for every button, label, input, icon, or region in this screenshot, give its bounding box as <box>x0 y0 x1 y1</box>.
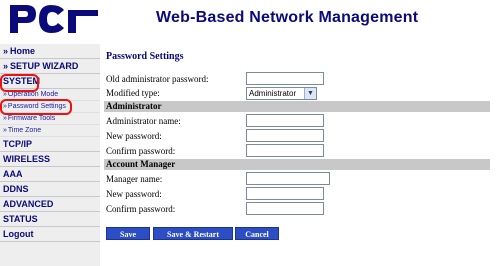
sidebar-item-status[interactable]: STATUS <box>0 212 100 227</box>
manager-new-password-row: New password: <box>104 187 490 202</box>
admin-name-row: Administrator name: <box>104 114 490 129</box>
manager-confirm-password-input[interactable] <box>246 202 324 215</box>
admin-new-password-label: New password: <box>106 131 162 141</box>
pci-logo <box>10 5 98 33</box>
chevron-down-icon: ▼ <box>304 88 316 99</box>
sidebar-item-setup-wizard[interactable]: » SETUP WIZARD <box>0 59 100 74</box>
save-button[interactable]: Save <box>106 227 150 240</box>
admin-name-label: Administrator name: <box>106 116 181 126</box>
app-title: Web-Based Network Management <box>156 9 419 26</box>
admin-confirm-password-row: Confirm password: <box>104 144 490 159</box>
manager-name-label: Manager name: <box>106 174 163 184</box>
sidebar-item-logout[interactable]: Logout <box>0 227 100 242</box>
sidebar-subitem-password-settings[interactable]: »Password Settings <box>0 101 100 113</box>
sidebar-subitem-operation-mode[interactable]: »Operation Mode <box>0 89 100 101</box>
modified-type-select[interactable]: Administrator ▼ <box>246 87 317 100</box>
admin-confirm-password-label: Confirm password: <box>106 146 176 156</box>
sidebar-item-tcpip[interactable]: TCP/IP <box>0 137 100 152</box>
sidebar-subitem-firmware-tools[interactable]: »Firmware Tools <box>0 113 100 125</box>
sidebar-item-advanced[interactable]: ADVANCED <box>0 197 100 212</box>
sidebar-subitem-time-zone[interactable]: »Time Zone <box>0 125 100 137</box>
manager-confirm-password-row: Confirm password: <box>104 202 490 217</box>
page-title: Password Settings <box>106 51 184 62</box>
manager-new-password-label: New password: <box>106 189 162 199</box>
form-buttons: Save Save & Restart Cancel <box>104 227 490 242</box>
manager-confirm-password-label: Confirm password: <box>106 204 176 214</box>
account-manager-section-header: Account Manager <box>104 159 490 170</box>
sidebar-item-system[interactable]: SYSTEM <box>0 74 100 89</box>
admin-new-password-input[interactable] <box>246 129 324 142</box>
sidebar-item-wireless[interactable]: WIRELESS <box>0 152 100 167</box>
sidebar-item-aaa[interactable]: AAA <box>0 167 100 182</box>
old-admin-password-label: Old administrator password: <box>106 74 209 84</box>
modified-type-row: Modified type: Administrator ▼ <box>104 86 490 101</box>
manager-new-password-input[interactable] <box>246 187 324 200</box>
admin-name-input[interactable] <box>246 114 324 127</box>
header: Web-Based Network Management <box>0 0 500 38</box>
manager-name-input[interactable] <box>246 172 330 185</box>
old-admin-password-row: Old administrator password: <box>104 72 490 87</box>
sidebar-item-ddns[interactable]: DDNS <box>0 182 100 197</box>
sidebar-item-home[interactable]: » Home <box>0 44 100 59</box>
manager-name-row: Manager name: <box>104 172 490 187</box>
save-restart-button[interactable]: Save & Restart <box>153 227 233 240</box>
modified-type-label: Modified type: <box>106 88 160 98</box>
admin-confirm-password-input[interactable] <box>246 144 324 157</box>
admin-new-password-row: New password: <box>104 129 490 144</box>
old-admin-password-input[interactable] <box>246 72 324 85</box>
sidebar-nav: » Home » SETUP WIZARD SYSTEM »Operation Mo… <box>0 44 100 266</box>
cancel-button[interactable]: Cancel <box>235 227 279 240</box>
administrator-section-header: Administrator <box>104 101 490 112</box>
